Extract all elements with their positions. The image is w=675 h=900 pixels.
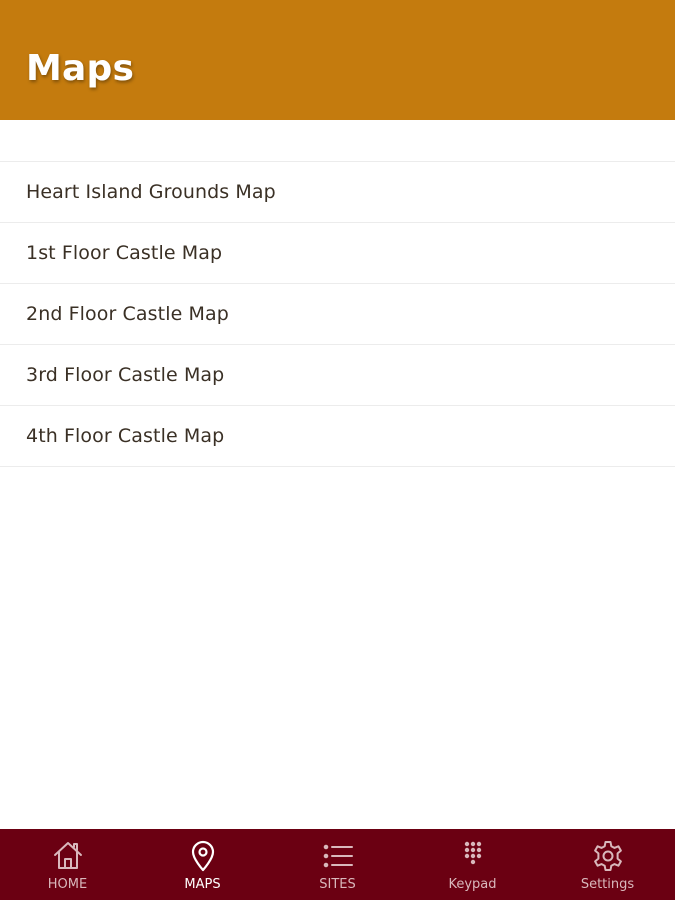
home-icon: [51, 839, 85, 873]
app-screen: Maps Heart Island Grounds Map 1st Floor …: [0, 0, 675, 900]
list-item-label: 2nd Floor Castle Map: [26, 303, 229, 325]
keypad-icon: [456, 839, 490, 873]
gear-icon: [591, 839, 625, 873]
list-item-label: 3rd Floor Castle Map: [26, 364, 225, 386]
tab-label: Keypad: [448, 877, 497, 892]
list-item-heart-island-grounds-map[interactable]: Heart Island Grounds Map: [0, 162, 675, 223]
tab-label: HOME: [47, 877, 88, 892]
tab-label: MAPS: [184, 877, 221, 892]
list-icon: [321, 839, 355, 873]
tab-label: Settings: [580, 877, 635, 892]
tab-home[interactable]: HOME: [0, 829, 135, 900]
tab-keypad[interactable]: Keypad: [405, 829, 540, 900]
tab-settings[interactable]: Settings: [540, 829, 675, 900]
map-pin-icon: [186, 839, 220, 873]
list-item-4th-floor-castle-map[interactable]: 4th Floor Castle Map: [0, 406, 675, 467]
tab-label: SITES: [319, 877, 356, 892]
list-item-label: 1st Floor Castle Map: [26, 242, 223, 264]
list-item-2nd-floor-castle-map[interactable]: 2nd Floor Castle Map: [0, 284, 675, 345]
tab-maps[interactable]: MAPS: [135, 829, 270, 900]
header-bar: Maps: [0, 0, 675, 120]
tab-sites[interactable]: SITES: [270, 829, 405, 900]
list-item-3rd-floor-castle-map[interactable]: 3rd Floor Castle Map: [0, 345, 675, 406]
page-title: Maps: [26, 48, 135, 89]
list-item-label: Heart Island Grounds Map: [26, 181, 276, 203]
bottom-tab-bar: HOME MAPS SITES Keypad Settings: [0, 829, 675, 900]
list-item-label: 4th Floor Castle Map: [26, 425, 225, 447]
list-item-1st-floor-castle-map[interactable]: 1st Floor Castle Map: [0, 223, 675, 284]
maps-list: Heart Island Grounds Map 1st Floor Castl…: [0, 161, 675, 467]
